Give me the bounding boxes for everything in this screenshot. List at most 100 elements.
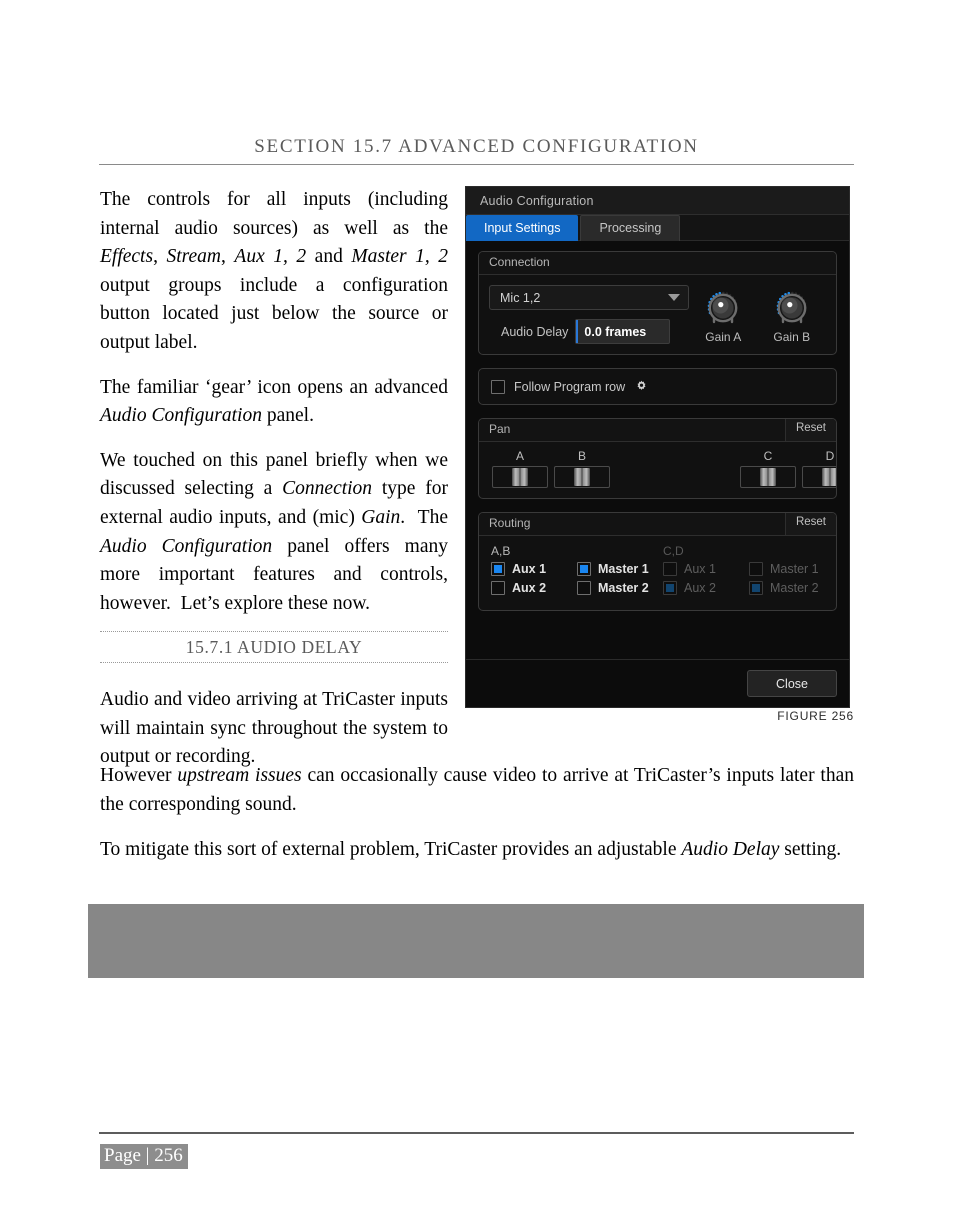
routing-cd-aux2-checkbox: [663, 581, 677, 595]
tab-processing[interactable]: Processing: [580, 215, 681, 241]
routing-ab-master2[interactable]: Master 2: [577, 581, 663, 595]
connection-group: Connection Mic 1,2 Audio Delay 0.0 frame…: [478, 251, 837, 355]
gain-a-control: Gain A: [702, 287, 744, 344]
connection-group-inner: Mic 1,2 Audio Delay 0.0 frames Gain A Ga…: [479, 275, 836, 354]
pan-label-d: D: [825, 449, 835, 463]
routing-group: Routing Reset A,B Aux 1 Master 1 Aux 2 M…: [478, 512, 837, 611]
paragraph-4: Audio and video arriving at TriCaster in…: [100, 689, 448, 768]
routing-column-ab-title: A,B: [491, 544, 511, 558]
audio-configuration-panel: Audio Configuration Input Settings Proce…: [465, 186, 850, 708]
close-button[interactable]: Close: [747, 670, 837, 697]
paragraph-6: To mitigate this sort of external proble…: [100, 839, 842, 861]
routing-ab-master1-label: Master 1: [598, 562, 649, 576]
pan-channel-b: B: [554, 449, 610, 488]
gear-icon[interactable]: [634, 379, 649, 394]
gain-a-knob[interactable]: [702, 287, 744, 329]
pan-channel-a: A: [492, 449, 548, 488]
source-select[interactable]: Mic 1,2: [489, 285, 689, 310]
routing-ab-aux2[interactable]: Aux 2: [491, 581, 577, 595]
chevron-down-icon: [668, 294, 680, 301]
pan-slider-grid: A B C D: [489, 449, 836, 488]
follow-program-inner: Follow Program row: [479, 369, 836, 404]
routing-cd-master2-label: Master 2: [770, 581, 819, 595]
gain-b-control: Gain B: [771, 287, 813, 344]
routing-ab-master2-checkbox[interactable]: [577, 581, 591, 595]
pan-reset-button[interactable]: Reset: [784, 419, 836, 441]
paragraph-1: The controls for all inputs (including i…: [100, 189, 449, 353]
routing-ab-aux1[interactable]: Aux 1: [491, 562, 577, 576]
routing-ab-aux1-label: Aux 1: [512, 562, 547, 576]
footer-rule: [99, 1132, 854, 1134]
routing-row-1-cd: Aux 1 Master 1: [663, 562, 835, 576]
section-heading: SECTION 15.7 ADVANCED CONFIGURATION: [254, 136, 699, 157]
gain-knobs: Gain A Gain B: [689, 285, 826, 344]
left-text-column-lower: Audio and video arriving at TriCaster in…: [100, 686, 448, 772]
routing-group-title: Routing: [489, 516, 531, 530]
panel-footer: Close: [466, 659, 849, 707]
pan-group-header: Pan Reset: [479, 419, 836, 442]
connection-group-title: Connection: [489, 255, 550, 269]
routing-ab-master1-checkbox[interactable]: [577, 562, 591, 576]
follow-program-group: Follow Program row: [478, 368, 837, 405]
routing-row-2-ab: Aux 2 Master 2: [491, 581, 663, 595]
audio-delay-label: Audio Delay: [501, 324, 569, 339]
routing-group-header: Routing Reset: [479, 513, 836, 536]
routing-reset-button[interactable]: Reset: [784, 513, 836, 535]
left-text-column: The controls for all inputs (including i…: [100, 186, 448, 618]
routing-cd-aux1-label: Aux 1: [684, 562, 716, 576]
pan-group-inner: A B C D: [479, 442, 836, 498]
routing-group-inner: A,B Aux 1 Master 1 Aux 2 Master 2 C,D Au…: [479, 536, 836, 610]
routing-row-2-cd: Aux 2 Master 2: [663, 581, 835, 595]
routing-cd-master1-checkbox: [749, 562, 763, 576]
pan-handle-b[interactable]: [574, 468, 590, 486]
routing-cd-aux1-checkbox: [663, 562, 677, 576]
connection-left: Mic 1,2 Audio Delay 0.0 frames: [489, 285, 689, 344]
routing-cd-master2: Master 2: [749, 581, 835, 595]
routing-cd-master1: Master 1: [749, 562, 835, 576]
document-page: SECTION 15.7 ADVANCED CONFIGURATION The …: [0, 0, 954, 1227]
routing-column-cd-title: C,D: [663, 544, 684, 558]
audio-delay-input[interactable]: 0.0 frames: [575, 319, 671, 344]
pan-group: Pan Reset A B C D: [478, 418, 837, 499]
routing-columns: A,B Aux 1 Master 1 Aux 2 Master 2 C,D Au…: [491, 544, 826, 600]
pan-handle-d[interactable]: [822, 468, 836, 486]
pan-slider-c[interactable]: [740, 466, 796, 488]
subsection-block: 15.7.1 AUDIO DELAY: [100, 631, 448, 663]
panel-titlebar: Audio Configuration: [466, 187, 849, 215]
paragraph-5: However upstream issues can occasionally…: [100, 765, 855, 815]
pan-channel-d: D: [802, 449, 836, 488]
pan-slider-d[interactable]: [802, 466, 836, 488]
pan-spacer-2: [678, 449, 734, 488]
pan-channel-c: C: [740, 449, 796, 488]
source-select-value: Mic 1,2: [500, 290, 541, 305]
routing-ab-aux2-checkbox[interactable]: [491, 581, 505, 595]
panel-body: Connection Mic 1,2 Audio Delay 0.0 frame…: [466, 241, 849, 611]
routing-ab-aux1-checkbox[interactable]: [491, 562, 505, 576]
connection-group-header: Connection: [479, 252, 836, 275]
page-number: Page | 256: [100, 1144, 188, 1169]
gain-a-label: Gain A: [705, 330, 742, 344]
routing-column-ab: A,B Aux 1 Master 1 Aux 2 Master 2: [491, 544, 663, 600]
pan-handle-a[interactable]: [512, 468, 528, 486]
section-heading-rule: [99, 164, 854, 165]
routing-cd-master1-label: Master 1: [770, 562, 819, 576]
tab-input-settings[interactable]: Input Settings: [466, 215, 579, 241]
pan-handle-c[interactable]: [760, 468, 776, 486]
subsection-rule-bottom: [100, 662, 448, 663]
pan-label-b: B: [577, 449, 586, 463]
pan-slider-b[interactable]: [554, 466, 610, 488]
gain-b-label: Gain B: [773, 330, 811, 344]
figure-caption: FIGURE 256: [777, 709, 854, 723]
routing-row-1-ab: Aux 1 Master 1: [491, 562, 663, 576]
audio-delay-row: Audio Delay 0.0 frames: [489, 319, 689, 344]
paragraph-2: The familiar ‘gear’ icon opens an advanc…: [100, 376, 448, 427]
follow-program-checkbox[interactable]: [491, 379, 505, 394]
subsection-heading: 15.7.1 AUDIO DELAY: [185, 637, 363, 657]
pan-label-a: A: [515, 449, 524, 463]
gain-b-knob[interactable]: [771, 287, 813, 329]
routing-cd-aux2-label: Aux 2: [684, 581, 716, 595]
routing-ab-master1[interactable]: Master 1: [577, 562, 663, 576]
pan-label-c: C: [763, 449, 773, 463]
connection-row: Mic 1,2 Audio Delay 0.0 frames Gain A Ga…: [489, 285, 826, 344]
pan-slider-a[interactable]: [492, 466, 548, 488]
